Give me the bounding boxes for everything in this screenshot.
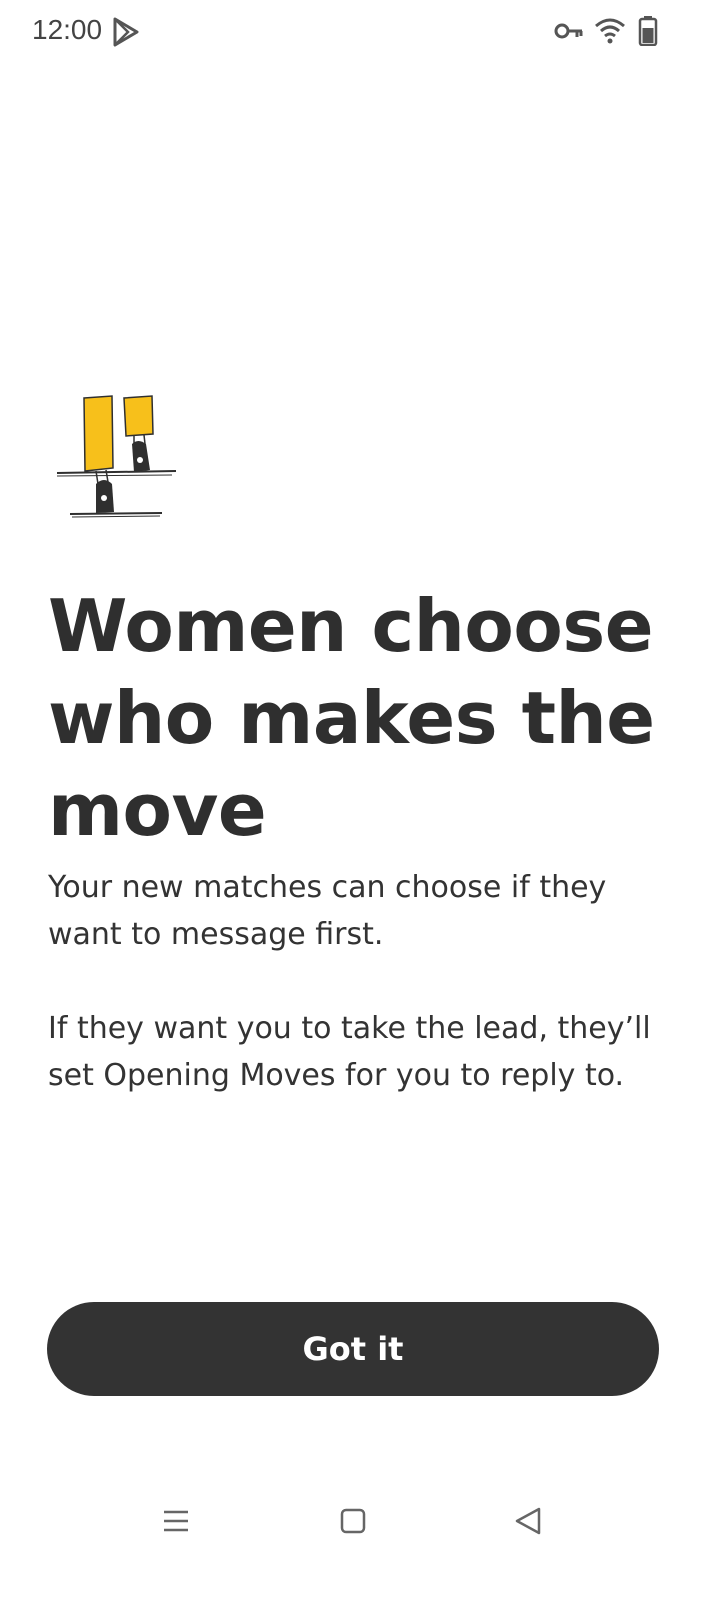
status-bar: 12:00 (0, 0, 720, 64)
back-icon[interactable] (512, 1506, 544, 1536)
play-store-icon (113, 17, 139, 47)
menu-icon[interactable] (162, 1508, 190, 1534)
status-time: 12:00 (32, 14, 103, 45)
navigation-bar (0, 1490, 720, 1600)
got-it-button[interactable]: Got it (47, 1302, 659, 1396)
vpn-key-icon (554, 23, 583, 39)
headline: Women choose who makes the move (48, 584, 655, 852)
stairs-feet-illustration (56, 395, 177, 518)
battery-icon (638, 16, 658, 46)
wifi-icon (595, 18, 625, 44)
description-paragraph-1: Your new matches can choose if they want… (48, 870, 607, 952)
description-paragraph-2: If they want you to take the lead, they’… (48, 1011, 651, 1093)
home-icon[interactable] (340, 1508, 366, 1534)
